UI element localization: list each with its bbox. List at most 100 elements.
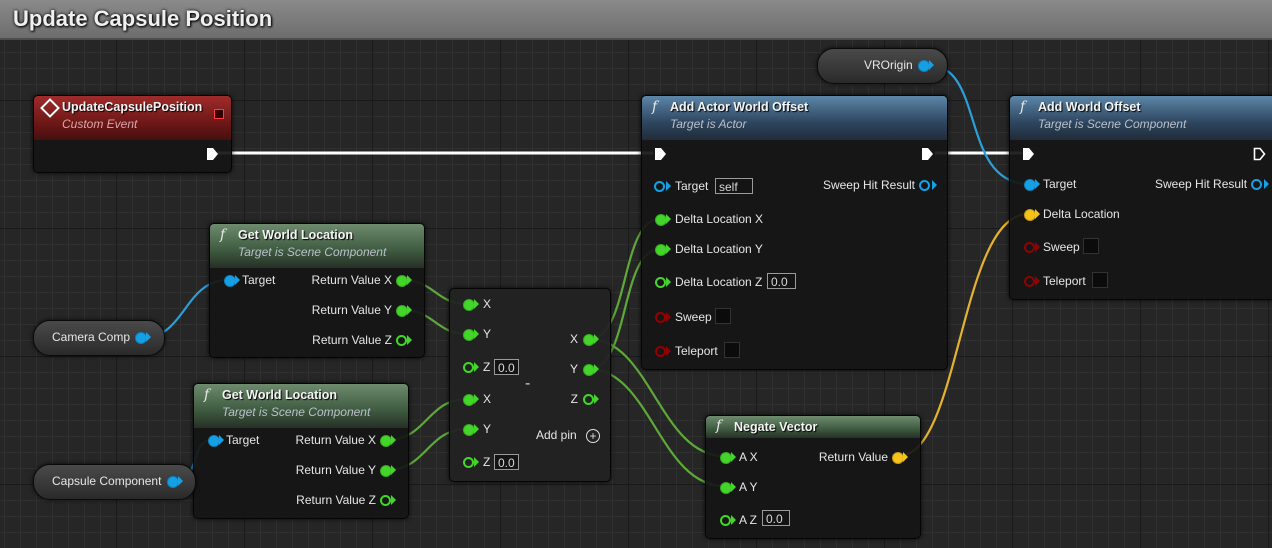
graph-title: Update Capsule Position (13, 6, 273, 31)
pin-arrow-icon (903, 452, 908, 462)
function-icon: f (204, 387, 210, 403)
pin-label: Return Value Y (295, 463, 376, 477)
node-title: UpdateCapsulePosition (62, 100, 203, 114)
node-subtitle: Target is Actor (670, 117, 747, 131)
node-title: Get World Location (238, 228, 354, 242)
pin-label: Return Value X (295, 433, 377, 447)
sweep-checkbox[interactable] (1083, 238, 1099, 254)
pin-arrow-icon (731, 452, 736, 462)
teleport-pin[interactable] (1024, 276, 1035, 287)
add-world-offset-node[interactable]: f Add World Offset Target is Scene Compo… (1009, 95, 1272, 300)
custom-event-node[interactable]: UpdateCapsulePosition Custom Event (33, 95, 232, 173)
pin-label: Return Value Y (311, 303, 392, 317)
pin-arrow-icon (146, 332, 151, 342)
exec-out-pin[interactable] (921, 147, 934, 161)
capsule-component-variable-node[interactable]: Capsule Component (33, 464, 196, 500)
pin-arrow-icon (391, 495, 396, 505)
vrorigin-variable-node[interactable]: VROrigin (817, 48, 948, 84)
delta-z-field[interactable]: 0.0 (767, 273, 796, 289)
pin-label: Delta Location Z (675, 275, 763, 289)
node-subtitle: Custom Event (62, 117, 138, 131)
pin-arrow-icon (1035, 179, 1040, 189)
delta-z-pin[interactable] (655, 277, 666, 288)
blueprint-graph-canvas[interactable]: Update Capsule Position UpdateCapsulePos… (0, 0, 1272, 548)
pin-arrow-icon (474, 299, 479, 309)
pin-arrow-icon (594, 364, 599, 374)
node-title: Negate Vector (734, 420, 818, 434)
pin-label: Teleport (675, 344, 718, 358)
return-z-pin[interactable] (380, 495, 391, 506)
pin-arrow-icon (666, 214, 671, 224)
exec-in-pin[interactable] (1022, 147, 1035, 161)
teleport-checkbox[interactable] (1092, 272, 1108, 288)
pin-arrow-icon (1035, 276, 1040, 286)
exec-in-pin[interactable] (654, 147, 667, 161)
pin-label: Target (226, 433, 260, 447)
function-icon: f (220, 227, 226, 243)
pin-arrow-icon (1035, 242, 1040, 252)
pin-label: Delta Location X (675, 212, 764, 226)
input-z-pin[interactable] (463, 457, 474, 468)
az-default-field[interactable]: 0.0 (762, 510, 790, 526)
exec-out-pin[interactable] (206, 147, 219, 161)
pin-label: X (569, 332, 578, 346)
variable-label: Capsule Component (52, 474, 162, 488)
pin-arrow-icon (731, 515, 736, 525)
add-pin-plus-icon[interactable]: + (586, 429, 600, 443)
pin-arrow-icon (594, 394, 599, 404)
sweep-pin[interactable] (655, 312, 666, 323)
pin-arrow-icon (474, 457, 479, 467)
sweep-pin[interactable] (1024, 242, 1035, 253)
node-title: Get World Location (222, 388, 338, 402)
camera-comp-variable-node[interactable]: Camera Comp (33, 320, 165, 356)
node-title: Add World Offset (1038, 100, 1141, 114)
pin-label: Teleport (1043, 274, 1086, 288)
z-default-field[interactable]: 0.0 (494, 359, 519, 375)
teleport-pin[interactable] (655, 346, 666, 357)
function-icon: f (716, 418, 722, 434)
pin-label: Delta Location Y (675, 242, 763, 256)
sweep-hit-result-pin[interactable] (1251, 179, 1262, 190)
pin-arrow-icon (178, 476, 183, 486)
pin-label: Target (242, 273, 276, 287)
delegate-pin-icon[interactable] (214, 109, 224, 119)
pin-label: X (483, 392, 492, 406)
pin-arrow-icon (474, 362, 479, 372)
z-default-field[interactable]: 0.0 (494, 454, 519, 470)
pin-arrow-icon (235, 275, 240, 285)
pin-label: Sweep Hit Result (1155, 177, 1248, 191)
input-z-pin[interactable] (463, 362, 474, 373)
output-z-pin[interactable] (583, 394, 594, 405)
teleport-checkbox[interactable] (724, 342, 740, 358)
pin-label: Z (483, 360, 491, 374)
exec-out-pin[interactable] (1253, 147, 1266, 161)
pin-arrow-icon (474, 329, 479, 339)
pin-arrow-icon (407, 305, 412, 315)
pin-label: A Z (739, 513, 758, 527)
pin-arrow-icon (929, 60, 934, 70)
pin-arrow-icon (391, 465, 396, 475)
return-z-pin[interactable] (396, 335, 407, 346)
pin-arrow-icon (666, 346, 671, 356)
target-pin[interactable] (654, 181, 665, 192)
add-pin-label[interactable]: Add pin (536, 428, 577, 442)
subtract-node[interactable]: X Y Z 0.0 - X Y Z 0.0 X Y Z Add pin + (449, 288, 611, 482)
az-pin[interactable] (720, 515, 731, 526)
pin-label: A X (739, 450, 758, 464)
node-title: Add Actor World Offset (670, 100, 809, 114)
target-self-field[interactable]: self (715, 178, 753, 194)
pin-label: Y (483, 327, 492, 341)
pin-label: Z (570, 392, 578, 406)
pin-arrow-icon (219, 435, 224, 445)
node-subtitle: Target is Scene Component (238, 245, 387, 259)
get-world-location-node[interactable]: f Get World Location Target is Scene Com… (193, 383, 409, 519)
add-actor-world-offset-node[interactable]: f Add Actor World Offset Target is Actor… (641, 95, 948, 370)
get-world-location-node[interactable]: f Get World Location Target is Scene Com… (209, 223, 425, 358)
pin-label: Target (1043, 177, 1077, 191)
sweep-hit-result-pin[interactable] (919, 180, 930, 191)
function-icon: f (1020, 99, 1026, 115)
variable-label: VROrigin (864, 58, 913, 72)
sweep-checkbox[interactable] (715, 308, 731, 324)
pin-label: Return Value (818, 450, 888, 464)
negate-vector-node[interactable]: f Negate Vector A X A Y A Z 0.0 Return V… (705, 415, 921, 539)
